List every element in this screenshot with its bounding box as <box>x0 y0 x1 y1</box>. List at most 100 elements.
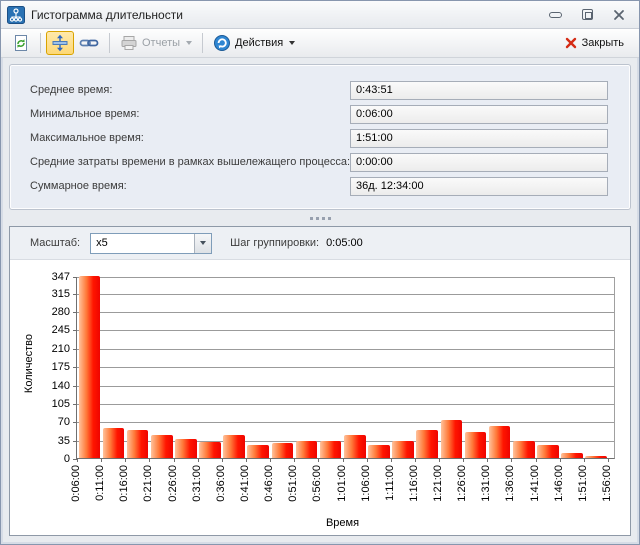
histogram-bar <box>103 428 125 458</box>
red-x-icon <box>565 37 577 49</box>
stats-rows: Среднее время:0:43:51Минимальное время:0… <box>30 78 608 198</box>
x-tick-label: 1:26:00 <box>456 465 469 502</box>
y-tick-label: 210 <box>52 343 70 355</box>
histogram-bar <box>79 276 101 458</box>
maximize-button[interactable] <box>579 8 595 22</box>
histogram-bar <box>585 456 607 458</box>
y-tick-mark <box>73 349 77 350</box>
y-tick-mark <box>73 367 77 368</box>
histogram-bar <box>199 442 221 458</box>
x-tick-label: 1:16:00 <box>408 465 421 502</box>
y-gridline <box>77 404 614 405</box>
scale-combobox[interactable]: x5 <box>90 233 212 254</box>
close-window-button[interactable] <box>611 8 627 22</box>
y-gridline <box>77 330 614 331</box>
x-tick-mark <box>487 458 488 462</box>
toggle-splitter-button[interactable] <box>46 31 74 55</box>
reports-dropdown-icon <box>186 41 192 45</box>
histogram-bar <box>127 430 149 458</box>
x-tick-label: 0:41:00 <box>239 465 252 502</box>
x-tick-mark <box>584 458 585 462</box>
toolbar-separator <box>202 33 203 53</box>
actions-button[interactable]: Действия <box>208 31 300 55</box>
reports-label: Отчеты <box>142 37 180 49</box>
stat-row: Средние затраты времени в рамках вышележ… <box>30 150 608 174</box>
chart-controls-row: Масштаб: x5 Шаг группировки: 0:05:00 <box>10 227 630 260</box>
y-gridline <box>77 422 614 423</box>
reports-button[interactable]: Отчеты <box>115 31 197 55</box>
actions-dropdown-icon <box>289 41 295 45</box>
y-tick-label: 245 <box>52 324 70 336</box>
y-tick-mark <box>73 294 77 295</box>
histogram-bar <box>223 435 245 458</box>
scale-value: x5 <box>91 237 194 249</box>
y-gridline <box>77 367 614 368</box>
histogram-bar <box>441 420 463 458</box>
x-tick-label: 1:56:00 <box>601 465 614 502</box>
histogram-bar <box>151 435 173 458</box>
x-tick-mark <box>101 458 102 462</box>
splitter-grip-dot <box>322 217 325 220</box>
x-tick-label: 0:36:00 <box>215 465 228 502</box>
close-button[interactable]: Закрыть <box>556 31 633 55</box>
grouping-step-value: 0:05:00 <box>326 237 363 249</box>
x-tick-mark <box>77 458 78 462</box>
x-tick-label: 1:06:00 <box>360 465 373 502</box>
scale-dropdown-button[interactable] <box>194 234 211 253</box>
window-title: Гистограмма длительности <box>31 8 547 22</box>
histogram-bar <box>561 453 583 458</box>
x-tick-label: 1:36:00 <box>504 465 517 502</box>
y-tick-label: 315 <box>52 288 70 300</box>
title-bar: Гистограмма длительности <box>1 1 639 29</box>
refresh-button[interactable] <box>7 31 35 55</box>
x-tick-mark <box>415 458 416 462</box>
y-tick-mark <box>73 441 77 442</box>
y-tick-label: 140 <box>52 380 70 392</box>
x-tick-label: 0:31:00 <box>191 465 204 502</box>
x-tick-mark <box>511 458 512 462</box>
x-tick-label: 1:41:00 <box>529 465 542 502</box>
x-tick-mark <box>391 458 392 462</box>
stat-row: Максимальное время:1:51:00 <box>30 126 608 150</box>
y-axis-title: Количество <box>23 334 35 393</box>
y-tick-mark <box>73 404 77 405</box>
x-tick-mark <box>294 458 295 462</box>
toolbar: Отчеты Действия Закрыть <box>1 29 639 58</box>
stat-label: Средние затраты времени в рамках вышележ… <box>30 156 350 168</box>
x-tick-mark <box>608 458 609 462</box>
y-tick-label: 70 <box>58 416 70 428</box>
x-tick-label: 0:51:00 <box>287 465 300 502</box>
y-tick-mark <box>73 330 77 331</box>
x-tick-label: 1:01:00 <box>336 465 349 502</box>
statistics-panel: Среднее время:0:43:51Минимальное время:0… <box>9 64 631 210</box>
y-gridline <box>77 294 614 295</box>
minimize-button[interactable] <box>547 8 563 22</box>
stat-label: Среднее время: <box>30 84 350 96</box>
splitter-grip-dot <box>316 217 319 220</box>
y-tick-label: 347 <box>52 271 70 283</box>
histogram-bar <box>465 432 487 458</box>
dialog-window: Гистограмма длительности <box>0 0 640 545</box>
stat-value-field: 0:43:51 <box>350 81 608 100</box>
stat-row: Суммарное время:36д. 12:34:00 <box>30 174 608 198</box>
stat-label: Суммарное время: <box>30 180 350 192</box>
x-tick-label: 1:21:00 <box>432 465 445 502</box>
x-tick-mark <box>343 458 344 462</box>
link-button[interactable] <box>74 31 104 55</box>
scale-label: Масштаб: <box>30 237 80 249</box>
y-tick-mark <box>73 422 77 423</box>
splitter-handle[interactable] <box>1 210 639 226</box>
stat-value-field: 0:00:00 <box>350 153 608 172</box>
y-tick-label: 35 <box>58 435 70 447</box>
histogram-bar <box>489 426 511 458</box>
x-tick-label: 1:51:00 <box>577 465 590 502</box>
histogram-bar <box>175 439 197 458</box>
x-tick-mark <box>125 458 126 462</box>
histogram-bar <box>513 441 535 458</box>
y-tick-label: 0 <box>64 453 70 465</box>
y-tick-mark <box>73 277 77 278</box>
x-tick-mark <box>246 458 247 462</box>
y-tick-mark <box>73 312 77 313</box>
printer-icon <box>120 35 138 51</box>
x-tick-label: 0:06:00 <box>70 465 83 502</box>
